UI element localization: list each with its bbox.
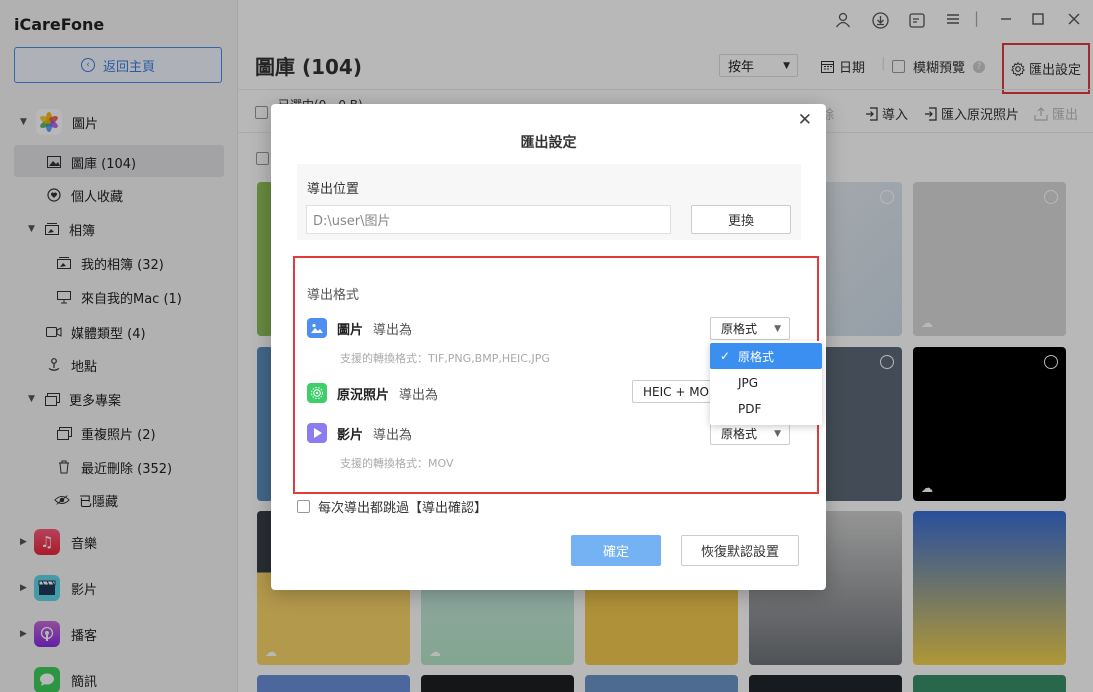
video-format-value: 原格式 xyxy=(721,427,758,441)
checkmark-icon: ✓ xyxy=(720,349,731,363)
photo-format-value: 原格式 xyxy=(721,322,758,336)
caret-down-icon: ▼ xyxy=(774,323,781,334)
video-format-select[interactable]: 原格式 ▼ xyxy=(710,422,790,445)
change-location-button[interactable]: 更換 xyxy=(691,205,791,234)
live-photo-format-value: HEIC + MO xyxy=(643,384,710,399)
video-format-name: 影片 xyxy=(337,427,364,443)
live-photo-export-as: 導出為 xyxy=(399,387,439,403)
photo-format-dropdown: ✓ 原格式 JPG PDF xyxy=(710,341,822,425)
skip-confirm-checkbox[interactable] xyxy=(297,500,310,513)
live-photo-format-name: 原況照片 xyxy=(337,387,390,403)
reset-defaults-button[interactable]: 恢復默認設置 xyxy=(681,535,799,566)
export-location-section: 導出位置 D:\user\图片 更換 xyxy=(297,164,801,240)
dialog-title: 匯出設定 xyxy=(520,135,577,151)
export-format-label: 導出格式 xyxy=(307,288,360,303)
video-export-as: 導出為 xyxy=(373,427,413,443)
dropdown-option-pdf[interactable]: PDF xyxy=(710,396,822,422)
video-format-row: 影片 導出為 xyxy=(307,423,412,443)
option-label: PDF xyxy=(738,402,762,416)
option-label: JPG xyxy=(738,376,759,390)
video-format-hint: 支援的轉換格式：MOV xyxy=(340,457,454,470)
caret-down-icon: ▼ xyxy=(774,428,781,439)
photo-format-select[interactable]: 原格式 ▼ xyxy=(710,317,790,340)
live-photo-icon xyxy=(307,383,327,403)
dropdown-option-original[interactable]: ✓ 原格式 xyxy=(710,343,822,369)
photo-format-icon xyxy=(307,318,327,338)
photo-export-as: 導出為 xyxy=(373,322,413,338)
photo-format-row: 圖片 導出為 xyxy=(307,318,412,338)
option-label: 原格式 xyxy=(738,349,775,364)
export-settings-dialog: ✕ 匯出設定 導出位置 D:\user\图片 更換 導出格式 圖片 導出為 原格… xyxy=(271,104,826,590)
skip-confirm-option[interactable]: 每次導出都跳過【導出確認】 xyxy=(297,497,487,516)
video-play-icon xyxy=(307,423,327,443)
export-location-label: 導出位置 xyxy=(307,182,360,197)
skip-confirm-label: 每次導出都跳過【導出確認】 xyxy=(318,501,488,516)
live-photo-format-select[interactable]: HEIC + MO xyxy=(632,380,718,403)
live-photo-format-row: 原況照片 導出為 xyxy=(307,383,438,403)
photo-format-hint: 支援的轉換格式：TIF,PNG,BMP,HEIC,JPG xyxy=(340,352,550,365)
dialog-close-icon[interactable]: ✕ xyxy=(798,110,812,130)
export-location-input[interactable]: D:\user\图片 xyxy=(306,205,671,234)
dropdown-option-jpg[interactable]: JPG xyxy=(710,370,822,396)
photo-format-name: 圖片 xyxy=(337,322,364,338)
confirm-button[interactable]: 確定 xyxy=(571,535,661,566)
